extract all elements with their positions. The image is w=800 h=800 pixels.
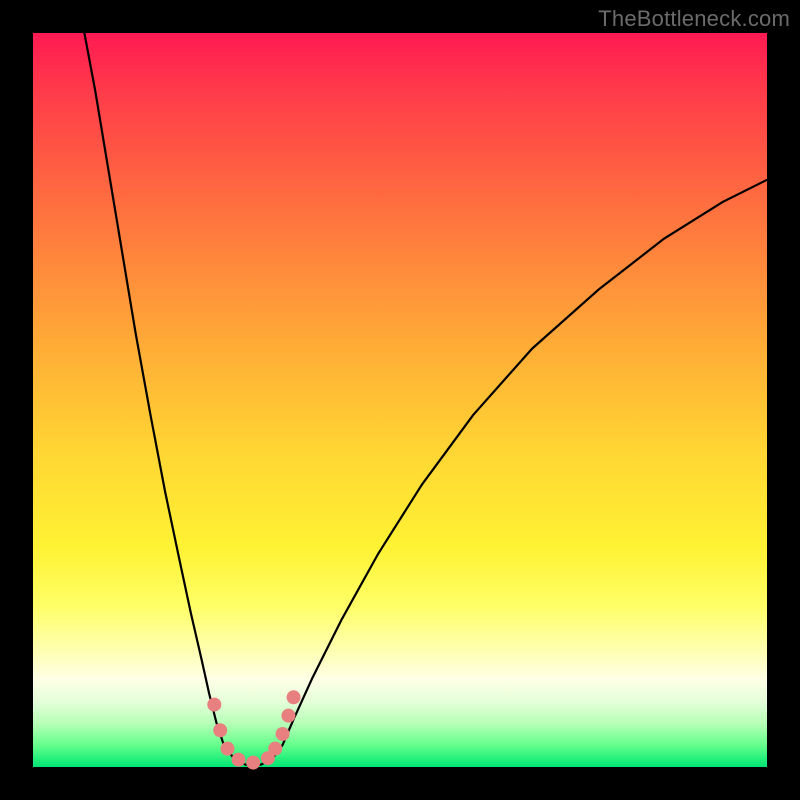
watermark-text: TheBottleneck.com (598, 6, 790, 32)
data-marker (246, 756, 260, 770)
plot-area (33, 33, 767, 767)
bottleneck-curve (84, 33, 767, 765)
data-marker (221, 742, 235, 756)
data-marker (276, 727, 290, 741)
chart-svg (33, 33, 767, 767)
data-marker (213, 723, 227, 737)
data-marker (207, 698, 221, 712)
data-marker (287, 690, 301, 704)
data-marker (232, 753, 246, 767)
data-marker (268, 742, 282, 756)
marker-group (207, 690, 300, 769)
chart-frame: TheBottleneck.com (0, 0, 800, 800)
data-marker (281, 709, 295, 723)
